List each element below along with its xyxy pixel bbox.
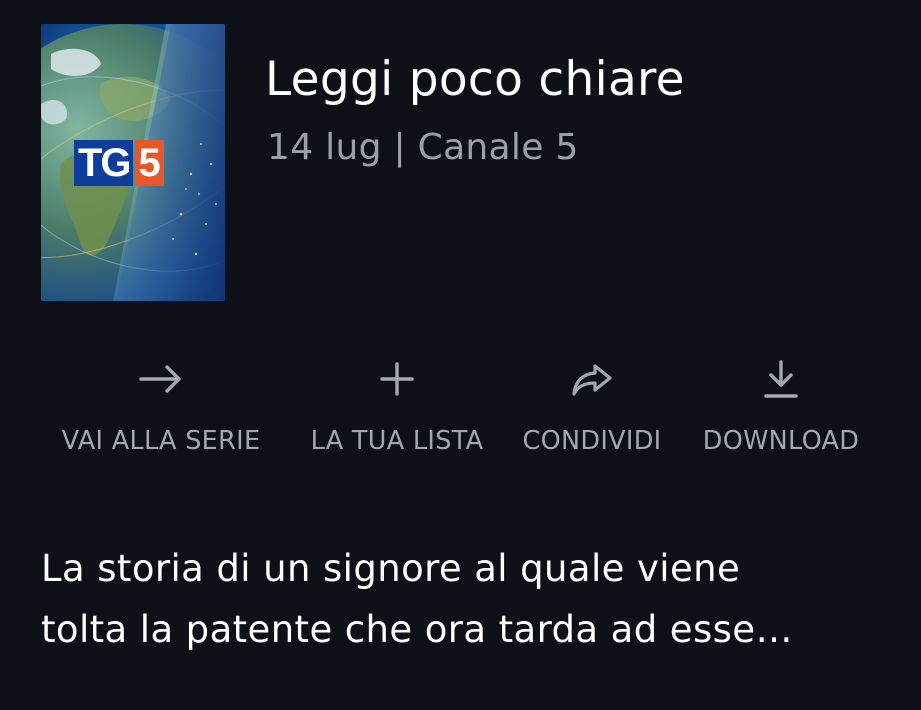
action-bar: VAI ALLA SERIE LA TUA LISTA CONDIVIDI DO… (0, 356, 921, 466)
episode-detail-screen: TG 5 Leggi poco chiare 14 lug | Canale 5… (0, 0, 921, 710)
download-label: DOWNLOAD (702, 426, 860, 456)
my-list-button[interactable]: LA TUA LISTA (287, 356, 507, 466)
download-button[interactable]: DOWNLOAD (681, 356, 881, 466)
download-icon (764, 360, 798, 398)
share-label: CONDIVIDI (522, 426, 662, 456)
share-icon (572, 364, 612, 396)
episode-poster[interactable]: TG 5 (41, 24, 225, 301)
go-to-series-label: VAI ALLA SERIE (61, 426, 261, 456)
episode-description[interactable]: La storia di un signore al quale viene t… (41, 538, 891, 660)
my-list-label: LA TUA LISTA (310, 426, 484, 456)
arrow-right-icon (139, 365, 181, 393)
tg5-logo-tg: TG (74, 140, 133, 186)
tg5-logo-five: 5 (134, 140, 164, 186)
episode-meta: 14 lug | Canale 5 (267, 127, 579, 168)
description-line-1: La storia di un signore al quale viene (41, 547, 741, 590)
tg5-logo: TG 5 (74, 140, 164, 186)
go-to-series-button[interactable]: VAI ALLA SERIE (40, 356, 282, 466)
plus-icon (380, 362, 414, 396)
episode-title: Leggi poco chiare (265, 52, 685, 107)
share-button[interactable]: CONDIVIDI (510, 356, 674, 466)
description-line-2: tolta la patente che ora tarda ad esse… (41, 608, 793, 651)
